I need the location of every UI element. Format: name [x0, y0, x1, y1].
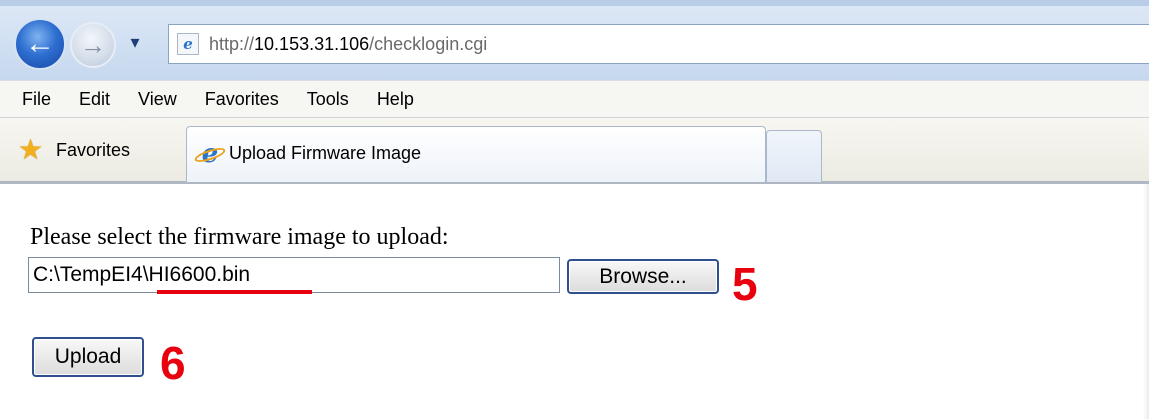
firmware-file-input[interactable]: [28, 257, 560, 293]
menu-favorites[interactable]: Favorites: [191, 89, 293, 110]
page-content: Please select the firmware image to uplo…: [0, 184, 1149, 419]
chevron-down-icon: ▾: [130, 31, 140, 52]
url-host: 10.153.31.106: [254, 33, 370, 54]
new-tab-button[interactable]: [766, 130, 822, 182]
tab-title: Upload Firmware Image: [229, 143, 422, 163]
tab-upload-firmware[interactable]: e Upload Firmware Image: [186, 126, 766, 182]
upload-prompt: Please select the firmware image to uplo…: [30, 224, 449, 250]
favorites-bar: ★ Favorites e Upload Firmware Image: [0, 118, 1149, 184]
page-ie-icon: e: [177, 33, 199, 55]
window-top-edge: [0, 0, 1149, 6]
ie-icon: e: [197, 141, 223, 167]
menu-bar: File Edit View Favorites Tools Help: [0, 80, 1149, 118]
forward-arrow-icon: →: [80, 29, 106, 60]
filename-underline-annotation: [157, 290, 312, 294]
forward-button[interactable]: →: [70, 22, 116, 68]
back-arrow-icon: ←: [25, 27, 55, 60]
step-6-label: 6: [160, 337, 186, 389]
address-url[interactable]: http://10.153.31.106/checklogin.cgi: [209, 34, 487, 55]
menu-view[interactable]: View: [124, 89, 191, 110]
menu-edit[interactable]: Edit: [65, 89, 124, 110]
address-bar[interactable]: e http://10.153.31.106/checklogin.cgi: [168, 24, 1149, 64]
back-button[interactable]: ←: [14, 18, 66, 70]
history-dropdown-button[interactable]: ▾: [123, 30, 147, 54]
url-path: /checklogin.cgi: [369, 33, 488, 54]
browse-button[interactable]: Browse...: [567, 259, 719, 294]
step-5-label: 5: [732, 258, 758, 310]
menu-help[interactable]: Help: [363, 89, 428, 110]
url-scheme: http://: [209, 33, 255, 54]
page-edge-shadow: [1143, 184, 1149, 419]
upload-button[interactable]: Upload: [32, 337, 144, 377]
menu-file[interactable]: File: [0, 89, 65, 110]
menu-tools[interactable]: Tools: [293, 89, 363, 110]
favorites-button[interactable]: Favorites: [56, 140, 130, 161]
browser-toolbar: ← → ▾ e http://10.153.31.106/checklogin.…: [0, 0, 1149, 80]
star-icon[interactable]: ★: [18, 136, 43, 164]
